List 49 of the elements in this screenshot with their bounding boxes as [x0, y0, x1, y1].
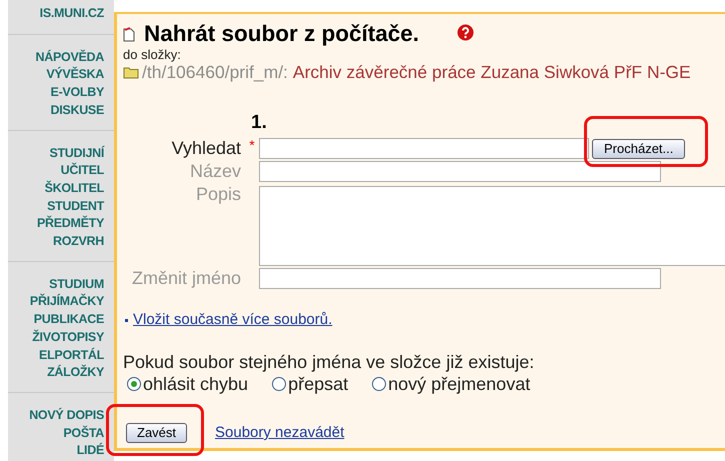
radio-button[interactable] — [127, 377, 141, 391]
sidebar-link[interactable]: ŽIVOTOPISY — [32, 328, 104, 347]
sidebar-link[interactable]: ZÁLOŽKY — [47, 364, 104, 382]
multi-upload-link[interactable]: Vložit současně více souborů. — [133, 311, 332, 329]
browse-button[interactable]: Procházet... — [592, 138, 686, 158]
sidebar-link[interactable]: IS.MUNI.CZ — [40, 5, 104, 23]
sidebar-link[interactable]: PŘEDMĚTY — [36, 215, 104, 234]
radio-button[interactable] — [372, 377, 386, 391]
page-title: Nahrát soubor z počítače. — [144, 21, 420, 47]
field-label: Popis — [196, 184, 241, 205]
sidebar-link[interactable]: ŠKOLITEL — [44, 180, 104, 198]
sidebar-link[interactable]: VÝVĚSKA — [46, 66, 104, 84]
cancel-link[interactable]: Soubory nezavádět — [215, 424, 344, 442]
field-label: Změnit jméno — [132, 268, 241, 289]
file-path-field[interactable] — [259, 138, 589, 159]
submit-button[interactable]: Zavést — [126, 423, 188, 443]
field-label: Vyhledat — [172, 138, 241, 159]
sidebar-link[interactable]: STUDENT — [47, 198, 104, 216]
sidebar-link[interactable]: DISKUSE — [50, 102, 104, 120]
radio-label: nový přejmenovat — [388, 373, 530, 395]
radio-label: ohlásit chybu — [143, 373, 248, 395]
sidebar-link[interactable]: STUDIJNÍ — [49, 144, 104, 162]
description-field[interactable] — [259, 186, 725, 266]
sidebar-link[interactable]: PŘIJÍMAČKY — [30, 293, 104, 312]
folder-name: Archiv závěrečné práce Zuzana Siwková PřF N-GE — [292, 62, 691, 82]
sidebar-link[interactable]: E-VOLBY — [50, 84, 104, 102]
sidebar-link[interactable]: ELPORTÁL — [39, 346, 104, 364]
sidebar-link[interactable]: LIDÉ — [76, 442, 104, 460]
sidebar-link[interactable]: ROZVRH — [53, 233, 104, 251]
sidebar-link[interactable]: UČITEL — [60, 162, 104, 180]
conflict-question: Pokud soubor stejného jména ve složce již existuje: — [123, 351, 536, 373]
file-number: 1. — [251, 112, 267, 133]
folder-icon — [123, 66, 139, 78]
sidebar-link[interactable]: PUBLIKACE — [34, 311, 104, 329]
sidebar-link[interactable]: POŠTA — [63, 424, 104, 442]
field-label: Název — [190, 161, 241, 182]
radio-button[interactable] — [272, 377, 286, 391]
help-icon[interactable] — [457, 24, 474, 40]
radio-label: přepsat — [288, 373, 348, 395]
required-mark: * — [249, 138, 255, 152]
folder-label: do složky: — [123, 47, 182, 62]
text-field[interactable] — [259, 268, 661, 289]
folder-path: /th/106460/prif_m/: — [142, 62, 288, 82]
text-field[interactable] — [259, 161, 661, 182]
sidebar-link[interactable]: NOVÝ DOPIS — [29, 406, 104, 425]
file-icon — [123, 26, 136, 42]
sidebar-link[interactable]: NÁPOVĚDA — [36, 48, 104, 66]
sidebar-link[interactable]: STUDIUM — [49, 276, 104, 294]
bullet-icon — [125, 318, 128, 322]
